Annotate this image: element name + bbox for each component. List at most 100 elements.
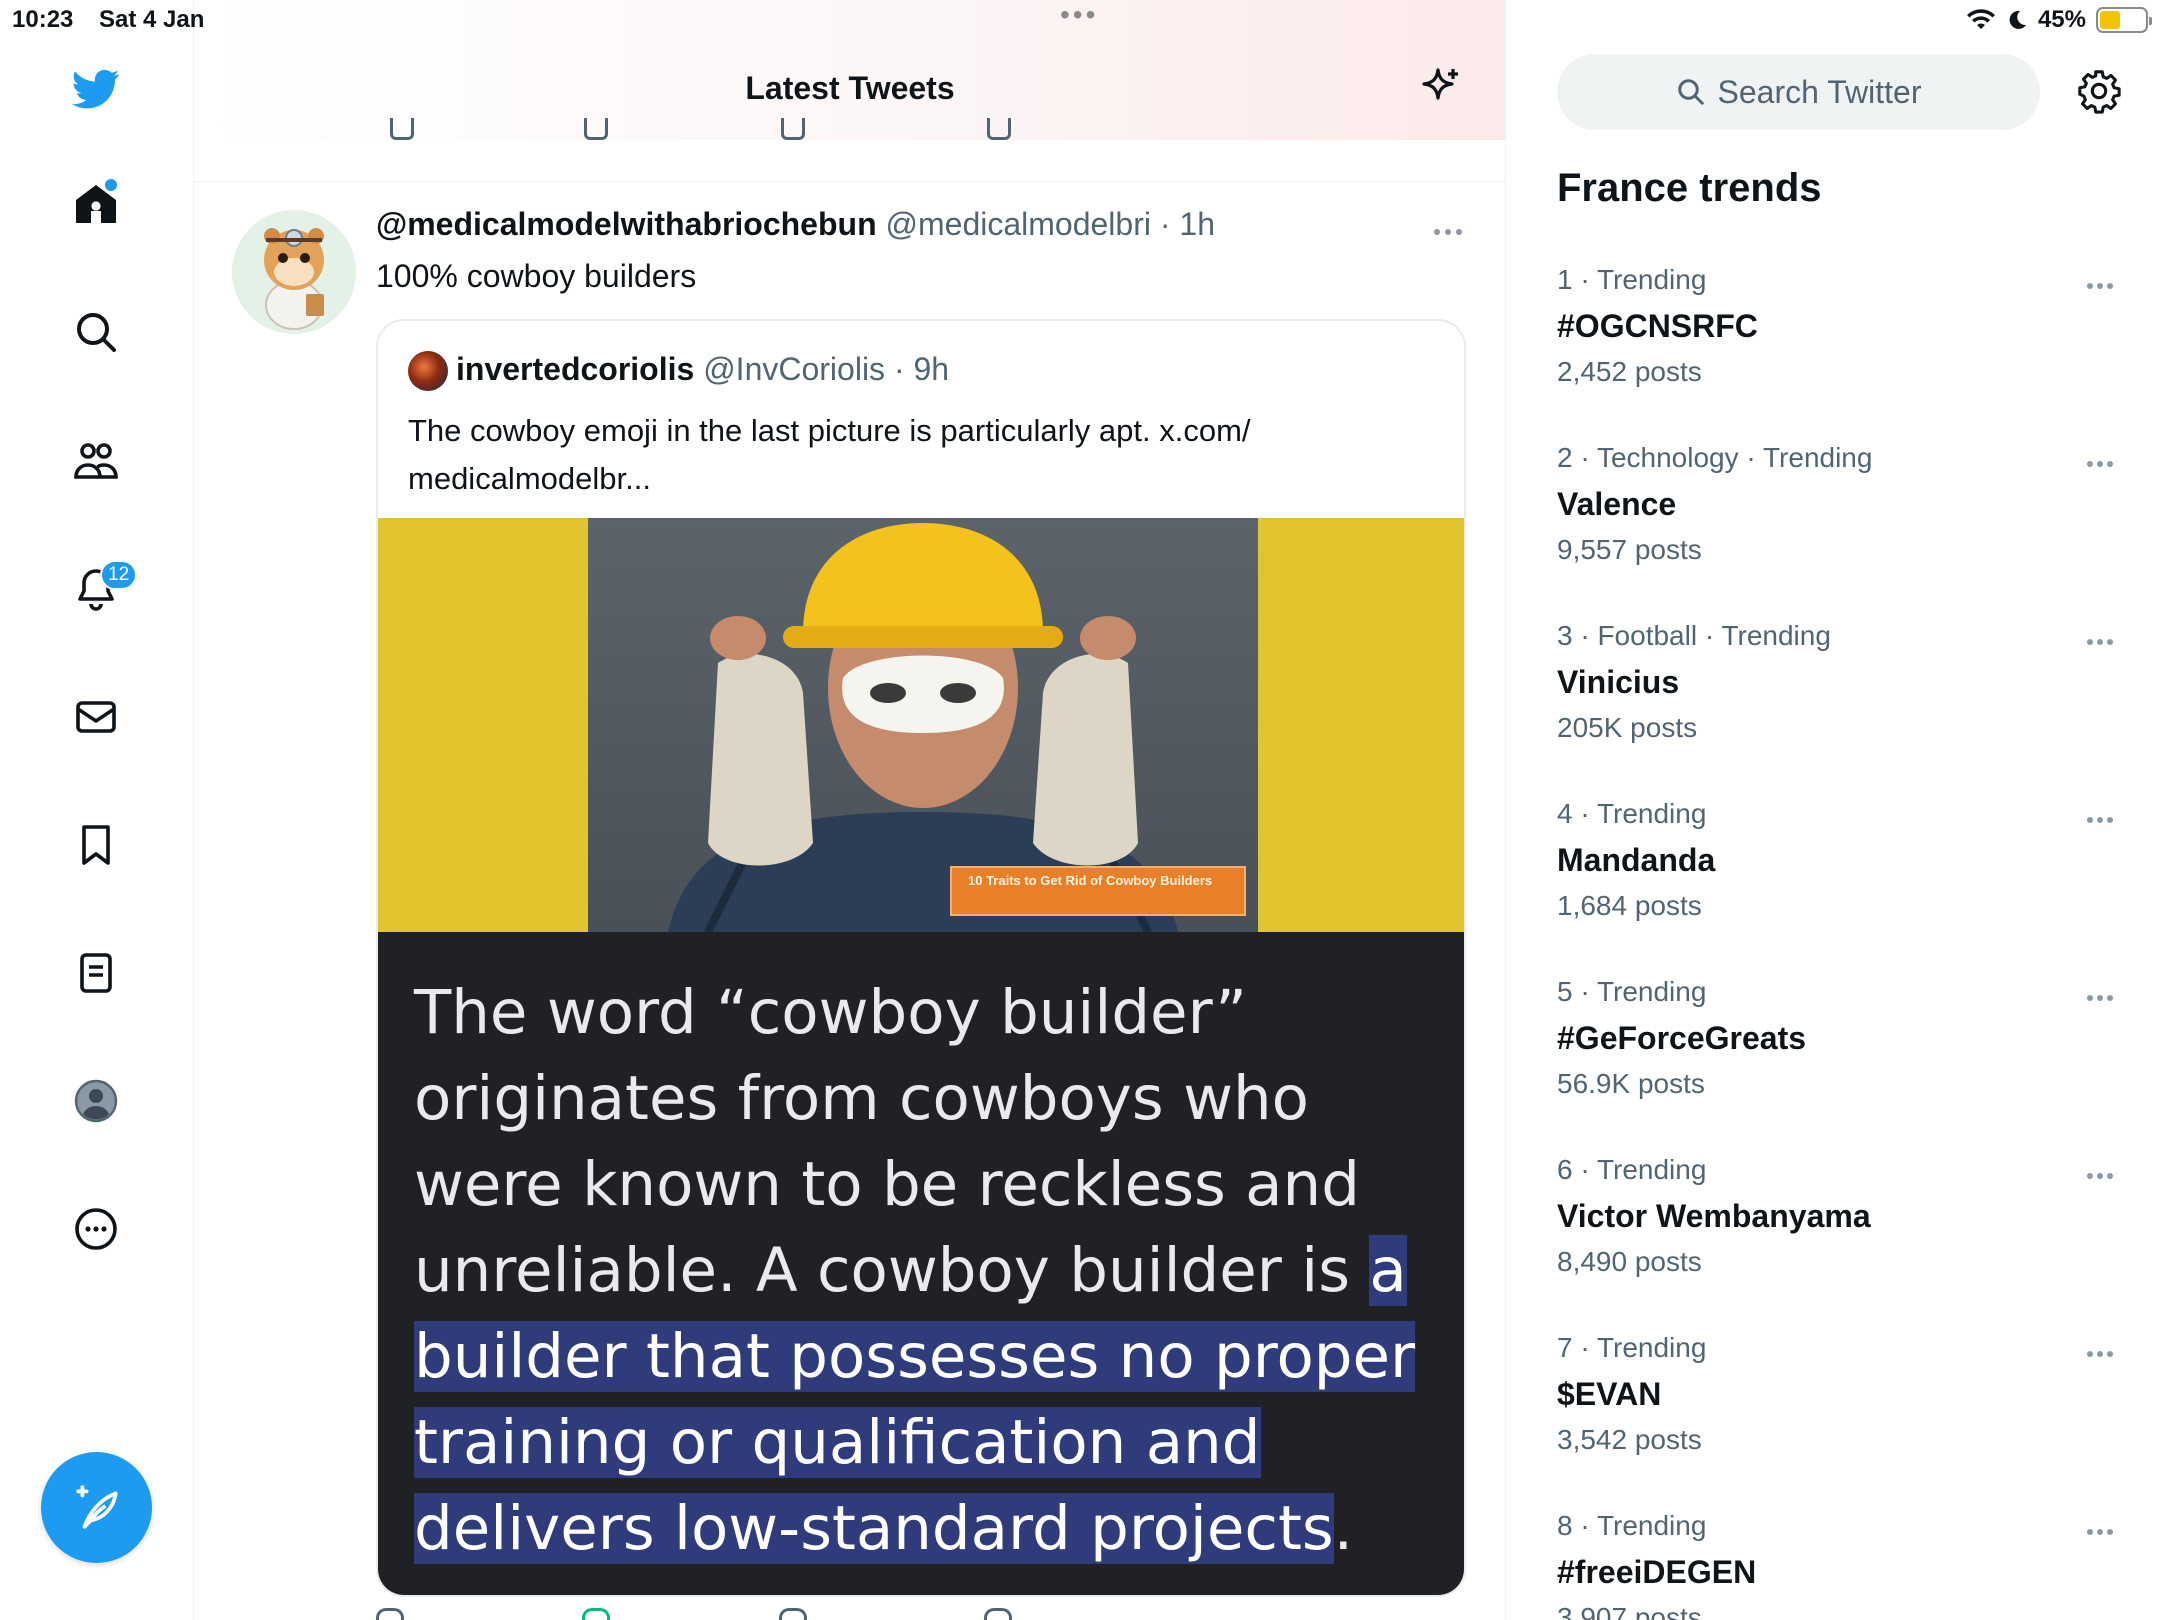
trend-name: Valence <box>1557 486 1677 522</box>
trend-item[interactable]: 6 · Trending Victor Wembanyama 8,490 pos… <box>1557 1154 2117 1304</box>
tweet-actions <box>194 1608 1505 1620</box>
like-icon[interactable] <box>779 1608 807 1620</box>
timeline-column: Latest Tweets @medicalmodelwithabriocheb… <box>194 0 1506 1620</box>
trend-item[interactable]: 1 · Trending #OGCNSRFC 2,452 posts <box>1557 264 2117 414</box>
trend-item[interactable]: 7 · Trending $EVAN 3,542 posts <box>1557 1332 2117 1482</box>
nav-explore[interactable] <box>63 299 129 365</box>
multitasking-dots-icon[interactable]: ••• <box>1060 1 1098 29</box>
trend-name: Mandanda <box>1557 842 1716 878</box>
dot-separator: · <box>1150 206 1180 242</box>
trend-meta: 1 · Trending <box>1557 264 1707 295</box>
nav-home[interactable] <box>63 171 129 237</box>
trend-meta: 3 · Football · Trending <box>1557 620 1831 651</box>
tweet-header: @medicalmodelwithabriochebun @medicalmod… <box>376 206 1215 243</box>
trend-more-icon[interactable] <box>2087 454 2117 472</box>
trend-name: #GeForceGreats <box>1557 1020 1807 1056</box>
compose-icon <box>75 1484 118 1529</box>
previous-tweet-actions <box>194 118 1505 140</box>
trend-item[interactable]: 2 · Technology · Trending Valence 9,557 … <box>1557 442 2117 592</box>
tweet-author-handle[interactable]: @medicalmodelbri <box>886 206 1151 242</box>
share-icon[interactable] <box>984 1608 1012 1620</box>
bookmark-icon <box>82 825 110 865</box>
trend-meta: 7 · Trending <box>1557 1332 1707 1363</box>
trend-name: Vinicius <box>1557 664 1680 700</box>
nav-lists[interactable] <box>63 940 129 1006</box>
notifications-badge: 12 <box>100 560 138 590</box>
tweet-author-name[interactable]: @medicalmodelwithabriochebun <box>376 206 877 242</box>
trend-more-icon[interactable] <box>2087 1344 2117 1362</box>
status-date: Sat 4 Jan <box>99 6 205 33</box>
trend-item[interactable]: 8 · Trending #freeiDEGEN 3,907 posts <box>1557 1510 2117 1620</box>
sparkle-icon[interactable] <box>1416 64 1464 112</box>
tweet-text: 100% cowboy builders <box>376 258 697 294</box>
search-placeholder: Search Twitter <box>1717 73 1922 110</box>
compose-tweet-button[interactable] <box>41 1452 152 1563</box>
quote-author-name[interactable]: invertedcoriolis <box>456 351 694 387</box>
like-icon[interactable] <box>781 118 805 140</box>
quote-text: The cowboy emoji in the last picture is … <box>408 413 1251 496</box>
trend-posts: 1,684 posts <box>1557 890 1702 921</box>
status-right: 45% <box>1966 6 2152 34</box>
trend-posts: 8,490 posts <box>1557 1246 1702 1277</box>
nav-profile[interactable] <box>63 1068 129 1134</box>
retweet-icon[interactable] <box>584 118 608 140</box>
moon-icon <box>2009 10 2026 29</box>
home-unread-dot <box>105 179 117 191</box>
trend-item[interactable]: 5 · Trending #GeForceGreats 56.9K posts <box>1557 976 2117 1126</box>
communities-icon <box>74 443 118 479</box>
trend-meta: 5 · Trending <box>1557 976 1707 1007</box>
trend-meta: 2 · Technology · Trending <box>1557 442 1873 473</box>
quote-author-handle[interactable]: @InvCoriolis <box>703 351 885 387</box>
quote-author-avatar[interactable] <box>408 351 448 391</box>
trend-meta: 4 · Trending <box>1557 798 1707 829</box>
reply-icon[interactable] <box>376 1608 404 1620</box>
reply-icon[interactable] <box>390 118 414 140</box>
left-navigation: 12 <box>0 0 194 1620</box>
search-input[interactable]: Search Twitter <box>1557 54 2040 130</box>
quote-image-caption: The word “cowboy builder” originates fro… <box>378 932 1464 1595</box>
trend-more-icon[interactable] <box>2087 632 2117 650</box>
nav-communities[interactable] <box>63 428 129 494</box>
settings-gear-icon[interactable] <box>2076 68 2122 114</box>
caption-end: . <box>1333 1493 1354 1564</box>
quote-time[interactable]: 9h <box>913 351 949 387</box>
tweet-more-options-icon[interactable] <box>1434 222 1470 235</box>
trend-item[interactable]: 4 · Trending Mandanda 1,684 posts <box>1557 798 2117 948</box>
nav-messages[interactable] <box>63 684 129 750</box>
right-sidebar: Search Twitter France trends 1 · Trendin… <box>1507 0 2160 1620</box>
tweet-author-avatar[interactable] <box>232 210 356 334</box>
builder-photo: 10 Traits to Get Rid of Cowboy Builders <box>588 518 1258 932</box>
trend-more-icon[interactable] <box>2087 1166 2117 1184</box>
profile-icon <box>74 1079 118 1123</box>
trend-more-icon[interactable] <box>2087 988 2117 1006</box>
trend-posts: 3,907 posts <box>1557 1602 1702 1620</box>
search-icon <box>77 313 116 352</box>
dot-separator: · <box>885 351 914 387</box>
tweet-time[interactable]: 1h <box>1179 206 1215 242</box>
battery-icon <box>2096 7 2152 33</box>
nav-more[interactable] <box>63 1196 129 1262</box>
trend-name: #freeiDEGEN <box>1557 1554 1757 1590</box>
trend-more-icon[interactable] <box>2087 1522 2117 1540</box>
search-icon <box>1677 79 1704 105</box>
page-title: Latest Tweets <box>745 70 955 106</box>
twitter-logo-icon[interactable] <box>63 56 129 122</box>
trend-name: $EVAN <box>1557 1376 1662 1412</box>
trend-name: #OGCNSRFC <box>1557 308 1758 344</box>
image-banner-text: 10 Traits to Get Rid of Cowboy Builders <box>950 866 1246 916</box>
quote-image[interactable]: 10 Traits to Get Rid of Cowboy Builders <box>378 518 1464 932</box>
trend-meta: 8 · Trending <box>1557 1510 1707 1541</box>
trend-item[interactable]: 3 · Football · Trending Vinicius 205K po… <box>1557 620 2117 770</box>
trend-more-icon[interactable] <box>2087 276 2117 294</box>
retweet-icon[interactable] <box>582 1608 610 1620</box>
mail-icon <box>76 701 116 733</box>
hamster-doctor-avatar <box>232 210 356 334</box>
tweet[interactable]: @medicalmodelwithabriochebun @medicalmod… <box>194 182 1505 1620</box>
nav-notifications[interactable]: 12 <box>63 556 138 622</box>
lists-icon <box>80 953 112 993</box>
trend-more-icon[interactable] <box>2087 810 2117 828</box>
quoted-tweet[interactable]: invertedcoriolis @InvCoriolis · 9h The c… <box>376 319 1466 1597</box>
nav-bookmarks[interactable] <box>63 812 129 878</box>
trends-title: France trends <box>1557 166 1822 210</box>
share-icon[interactable] <box>987 118 1011 140</box>
